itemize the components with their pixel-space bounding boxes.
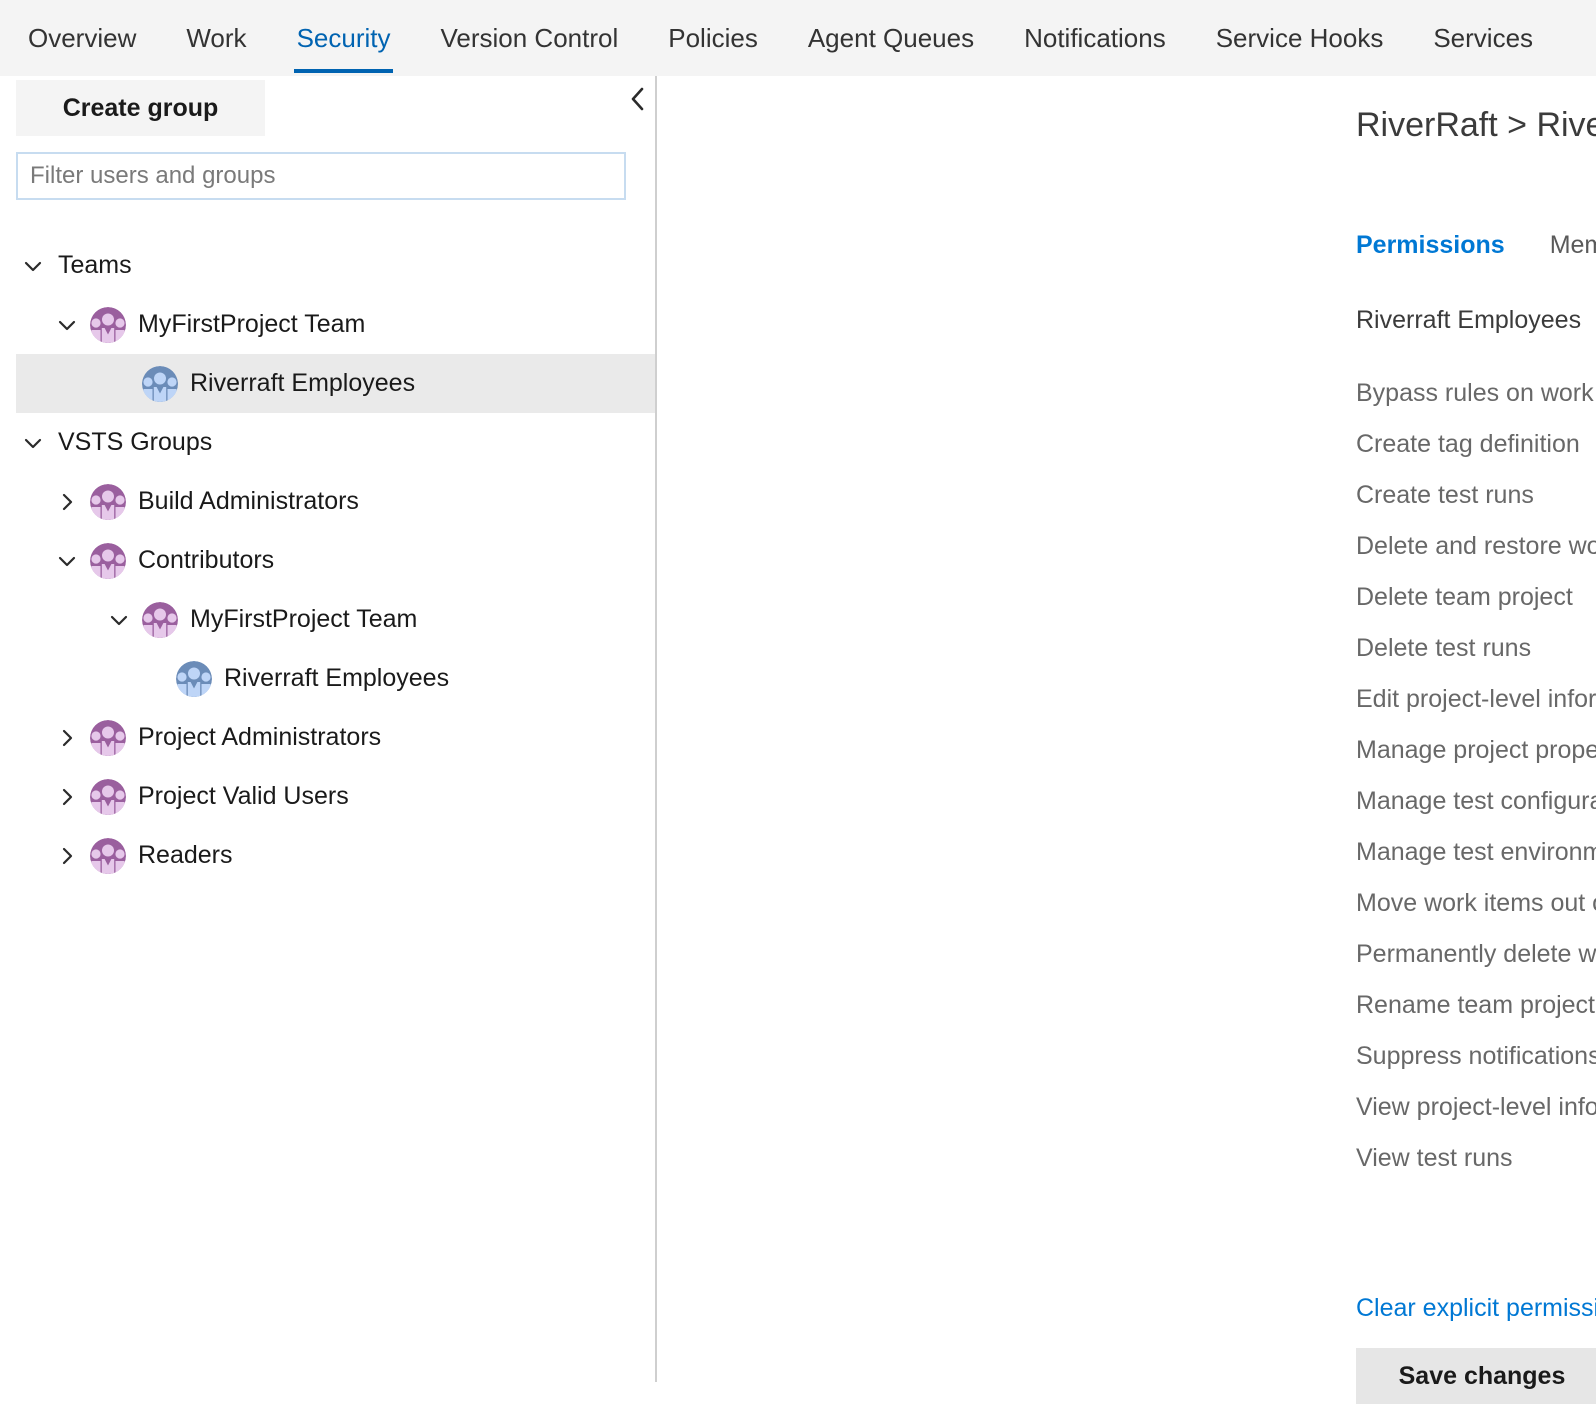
permission-name: Delete and restore work items (1356, 532, 1596, 561)
group-tabs: PermissionsMembersMember of (1356, 231, 1596, 260)
group-avatar-icon (142, 366, 178, 402)
team-avatar-icon (90, 779, 126, 815)
group-subtitle: Riverraft Employees (1356, 306, 1581, 335)
tree-item[interactable]: Contributors (0, 531, 657, 590)
clear-explicit-permissions-link[interactable]: Clear explicit permissions (1356, 1294, 1596, 1323)
team-avatar-icon (90, 543, 126, 579)
permission-row: Edit project-level informationNot set (1356, 674, 1596, 725)
permission-name: Delete test runs (1356, 634, 1596, 663)
team-avatar-icon (90, 307, 126, 343)
permission-row: Bypass rules on work item updatesNot set (1356, 368, 1596, 419)
chevron-right-icon[interactable] (52, 782, 82, 812)
permission-row: Delete team projectNot set (1356, 572, 1596, 623)
group-details-pane: RiverRaft > Riverraft Employees Edit... (659, 76, 1596, 1382)
team-avatar-icon (90, 484, 126, 520)
permission-name: Manage project properties (1356, 736, 1596, 765)
permission-row: Manage test configurationsAllow (inherit… (1356, 776, 1596, 827)
filter-users-and-groups-input[interactable] (16, 152, 626, 200)
tree-item-label: Project Valid Users (138, 782, 349, 811)
tree-item-label: Project Administrators (138, 723, 381, 752)
nav-item-agent-queues[interactable]: Agent Queues (783, 0, 999, 76)
nav-item-service-hooks[interactable]: Service Hooks (1191, 0, 1409, 76)
permission-name: Create tag definition (1356, 430, 1596, 459)
tree-item-label: Riverraft Employees (224, 664, 449, 693)
nav-item-services[interactable]: Services (1408, 0, 1558, 76)
tab-permissions[interactable]: Permissions (1356, 231, 1505, 260)
tree-item[interactable]: MyFirstProject Team (0, 295, 657, 354)
chevron-down-icon[interactable] (52, 546, 82, 576)
permissions-list: Bypass rules on work item updatesNot set… (1356, 368, 1596, 1184)
permission-name: Permanently delete work items (1356, 940, 1596, 969)
create-group-button[interactable]: Create group (16, 80, 265, 136)
team-avatar-icon (142, 602, 178, 638)
chevron-down-icon[interactable] (18, 251, 48, 281)
chevron-right-icon[interactable] (52, 841, 82, 871)
permission-row: Create tag definitionAllow (inherited) (1356, 419, 1596, 470)
permission-name: Manage test configurations (1356, 787, 1596, 816)
permission-name: Move work items out of this project (1356, 889, 1596, 918)
nav-item-policies[interactable]: Policies (643, 0, 783, 76)
chevron-left-icon[interactable] (624, 82, 652, 116)
permission-row: View project-level informationAllow (inh… (1356, 1082, 1596, 1133)
tree-item-label: Readers (138, 841, 233, 870)
team-avatar-icon (90, 720, 126, 756)
nav-item-notifications[interactable]: Notifications (999, 0, 1191, 76)
permission-name: Delete team project (1356, 583, 1596, 612)
chevron-down-icon[interactable] (18, 428, 48, 458)
chevron-right-icon[interactable] (52, 723, 82, 753)
tab-members[interactable]: Members (1550, 231, 1596, 260)
permission-row: Delete test runsAllow (inherited) (1356, 623, 1596, 674)
nav-item-version-control[interactable]: Version Control (415, 0, 643, 76)
identities-tree: Teams MyFirstProject Team Riverraft Employ… (0, 236, 657, 885)
permission-row: Suppress notifications for work item upd… (1356, 1031, 1596, 1082)
top-navigation-bar: OverviewWorkSecurityVersion ControlPolic… (0, 0, 1596, 76)
permission-row: Rename team projectNot set (1356, 980, 1596, 1031)
tree-item[interactable]: Readers (0, 826, 657, 885)
identities-sidebar: Create group Teams MyFirstProject Team Riv… (0, 76, 657, 1382)
chevron-down-icon[interactable] (104, 605, 134, 635)
tree-item[interactable]: Teams (0, 236, 657, 295)
tree-item-label: Riverraft Employees (190, 369, 415, 398)
tree-item[interactable]: Riverraft Employees (0, 649, 657, 708)
group-avatar-icon (176, 661, 212, 697)
tree-item[interactable]: Build Administrators (0, 472, 657, 531)
permission-name: Rename team project (1356, 991, 1596, 1020)
permission-name: Create test runs (1356, 481, 1596, 510)
tree-item-label: MyFirstProject Team (190, 605, 417, 634)
tree-item-selected[interactable]: Riverraft Employees (16, 354, 655, 413)
nav-item-security[interactable]: Security (272, 0, 416, 76)
nav-item-overview[interactable]: Overview (0, 0, 161, 76)
tree-item-label: Teams (58, 251, 132, 280)
permission-row: Create test runsAllow (inherited) (1356, 470, 1596, 521)
tree-item-label: Build Administrators (138, 487, 359, 516)
permission-name: Manage test environments (1356, 838, 1596, 867)
permission-row: Move work items out of this projectNot s… (1356, 878, 1596, 929)
page-title: RiverRaft > Riverraft Employees (1356, 106, 1596, 145)
permission-name: View project-level information (1356, 1093, 1596, 1122)
tree-item-label: VSTS Groups (58, 428, 212, 457)
permission-row: Permanently delete work itemsNot set (1356, 929, 1596, 980)
tree-item[interactable]: MyFirstProject Team (0, 590, 657, 649)
permission-name: View test runs (1356, 1144, 1596, 1173)
team-avatar-icon (90, 838, 126, 874)
tree-item[interactable]: Project Administrators (0, 708, 657, 767)
nav-item-work[interactable]: Work (161, 0, 271, 76)
chevron-right-icon[interactable] (52, 487, 82, 517)
tree-item-label: Contributors (138, 546, 274, 575)
save-changes-button[interactable]: Save changes (1356, 1348, 1596, 1404)
permission-name: Bypass rules on work item updates (1356, 379, 1596, 408)
chevron-down-icon[interactable] (52, 310, 82, 340)
tree-item-label: MyFirstProject Team (138, 310, 365, 339)
permission-name: Edit project-level information (1356, 685, 1596, 714)
permission-name: Suppress notifications for work item upd… (1356, 1042, 1596, 1071)
permission-row: Manage project propertiesAllow (1356, 725, 1596, 776)
tree-item[interactable]: VSTS Groups (0, 413, 657, 472)
footer-actions: Save changes Undo changes (1356, 1348, 1596, 1404)
tree-item[interactable]: Project Valid Users (0, 767, 657, 826)
permission-row: Manage test environmentsAllow (inherited… (1356, 827, 1596, 878)
permission-row: Delete and restore work itemsAllow (inhe… (1356, 521, 1596, 572)
permission-row: View test runsAllow (inherited) (1356, 1133, 1596, 1184)
